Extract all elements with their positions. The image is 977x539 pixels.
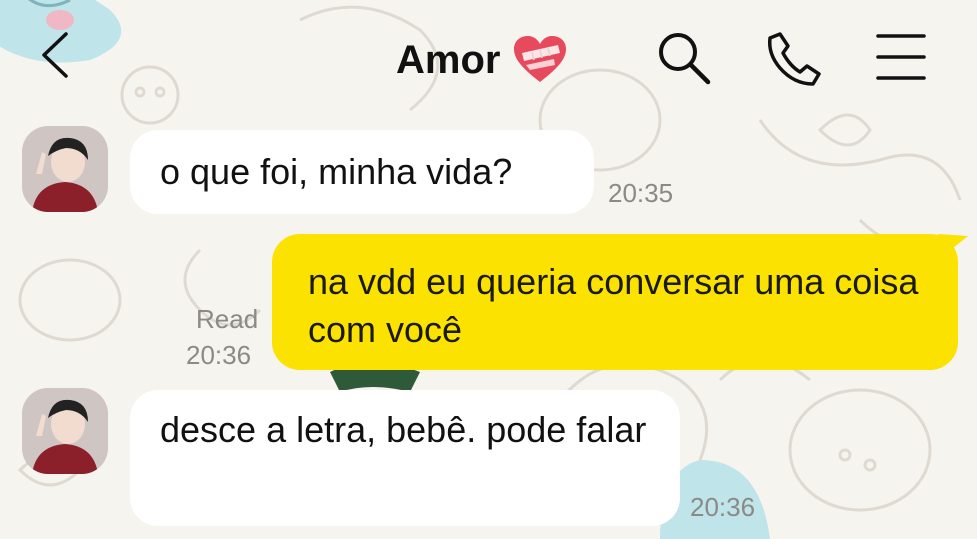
profile-photo (22, 388, 108, 474)
message-bubble-incoming[interactable]: desce a letra, bebê. pode falar (130, 390, 680, 526)
message-timestamp: 20:35 (608, 178, 674, 208)
chat-header: Amor (0, 0, 977, 118)
chat-title-group[interactable]: Amor (396, 30, 568, 90)
message-timestamp: 20:36 (186, 340, 252, 370)
message-text: na vdd eu queria conversar uma coisa com… (308, 261, 919, 350)
search-button[interactable] (654, 28, 714, 88)
message-text: desce a letra, bebê. pode falar (160, 409, 647, 450)
back-button[interactable] (36, 30, 76, 80)
chevron-left-icon (42, 32, 68, 78)
phone-icon (767, 32, 821, 86)
read-receipt: Read (196, 304, 259, 334)
search-icon (659, 33, 711, 85)
contact-avatar[interactable] (22, 126, 108, 212)
message-bubble-outgoing[interactable]: na vdd eu queria conversar uma coisa com… (272, 234, 958, 370)
contact-avatar[interactable] (22, 388, 108, 474)
message-timestamp: 20:36 (690, 492, 756, 522)
message-text: o que foi, minha vida? (160, 151, 513, 192)
menu-button[interactable] (872, 28, 932, 88)
hamburger-menu-icon (876, 34, 926, 80)
bubble-tail (938, 234, 968, 260)
profile-photo (22, 126, 108, 212)
message-bubble-incoming[interactable]: o que foi, minha vida? (130, 130, 594, 214)
chat-title: Amor (396, 37, 501, 82)
mending-heart-icon (514, 36, 567, 82)
call-button[interactable] (764, 28, 824, 88)
